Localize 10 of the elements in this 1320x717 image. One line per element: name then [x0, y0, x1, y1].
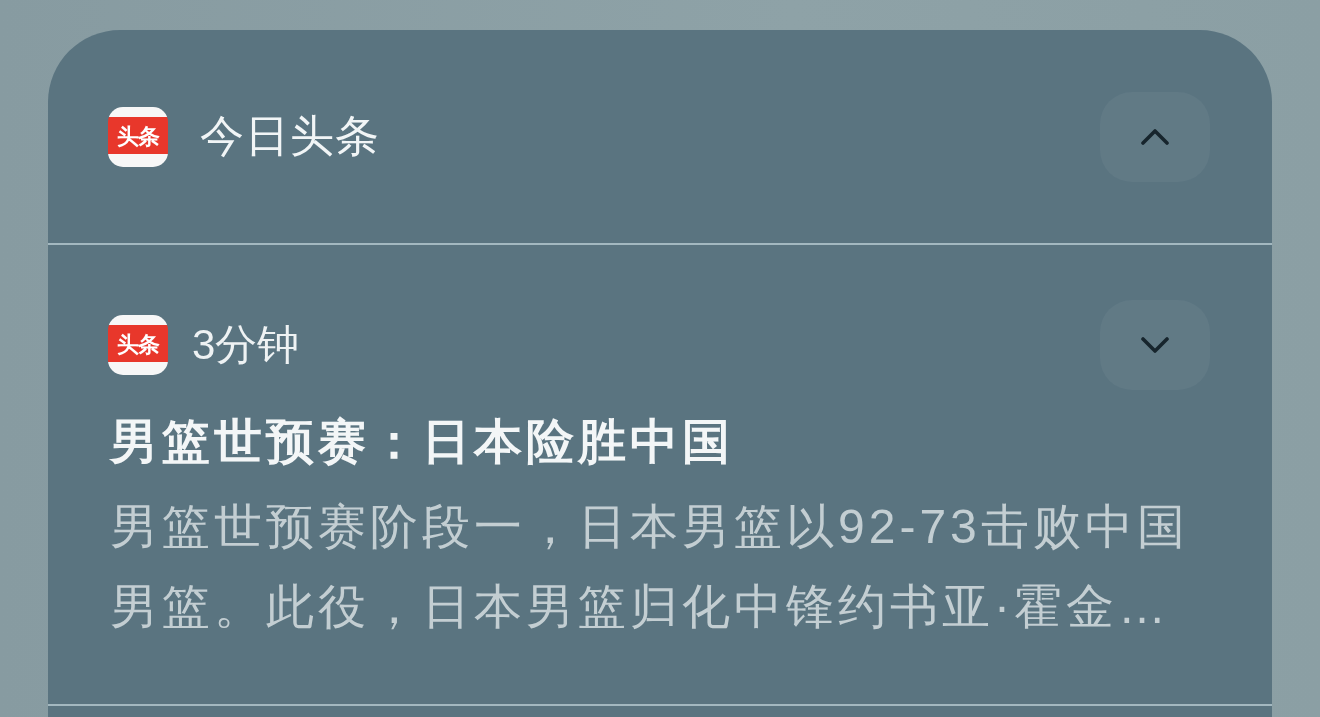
- app-logo-icon: 头条: [108, 106, 168, 167]
- notification-body: 男篮世预赛阶段一，日本男篮以92-73击败中国男篮。此役，日本男篮归化中锋约书亚·霍金…: [110, 499, 1190, 635]
- collapse-button[interactable]: [1100, 91, 1210, 182]
- expand-button[interactable]: [1100, 300, 1210, 390]
- app-logo-icon: 头条: [108, 315, 168, 375]
- notification-title: 男篮世预赛：日本险胜中国: [110, 414, 735, 470]
- notification-time: 3分钟: [192, 320, 300, 370]
- chevron-up-icon: [1141, 128, 1169, 145]
- app-name: 今日头条: [200, 110, 380, 162]
- chevron-down-icon: [1141, 337, 1169, 353]
